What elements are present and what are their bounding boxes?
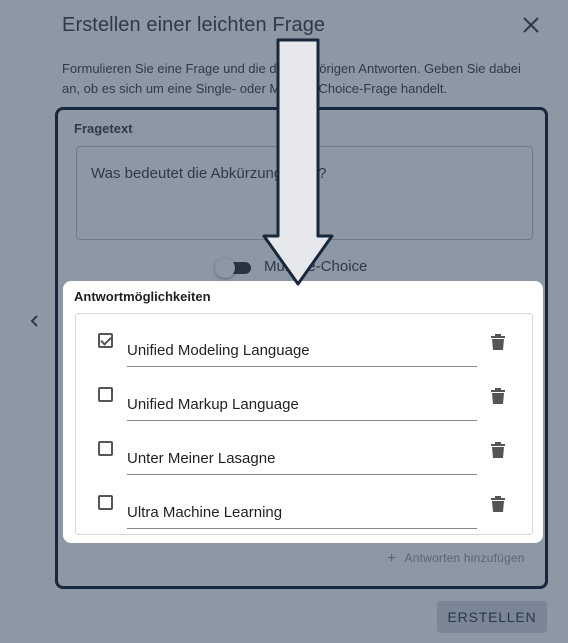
answer-input[interactable]: Ultra Machine Learning — [127, 504, 477, 529]
answers-card: Antwortmöglichkeiten Unified Modeling La… — [63, 281, 543, 543]
answer-checkbox[interactable] — [98, 333, 113, 348]
answer-row: Ultra Machine Learning — [76, 476, 532, 530]
answer-input[interactable]: Unter Meiner Lasagne — [127, 450, 477, 475]
multiple-choice-label: Multiple-Choice — [264, 258, 368, 275]
add-answer-label: Antworten hinzufügen — [404, 551, 525, 565]
trash-icon[interactable] — [490, 441, 506, 459]
answer-input[interactable]: Unified Modeling Language — [127, 342, 477, 367]
plus-icon: + — [387, 550, 397, 567]
create-question-dialog: Erstellen einer leichten Frage Formulier… — [0, 0, 568, 643]
answer-input[interactable]: Unified Markup Language — [127, 396, 477, 421]
answer-checkbox[interactable] — [98, 441, 113, 456]
answers-list[interactable]: Unified Modeling Language Unified Markup… — [75, 313, 533, 535]
answer-row: Unter Meiner Lasagne — [76, 422, 532, 476]
trash-icon[interactable] — [490, 387, 506, 405]
chevron-left-icon[interactable] — [26, 311, 44, 331]
toggle-thumb — [215, 258, 235, 278]
answer-checkbox[interactable] — [98, 495, 113, 510]
dialog-title: Erstellen einer leichten Frage — [62, 14, 326, 36]
question-text: Was bedeutet die Abkürzung UML? — [91, 165, 327, 182]
question-label: Fragetext — [74, 121, 133, 136]
answer-checkbox[interactable] — [98, 387, 113, 402]
create-button[interactable]: ERSTELLEN — [437, 601, 547, 633]
close-icon[interactable] — [518, 12, 544, 38]
trash-icon[interactable] — [490, 495, 506, 513]
answers-label: Antwortmöglichkeiten — [74, 289, 211, 304]
answer-row: Unified Modeling Language — [76, 314, 532, 368]
question-textarea[interactable]: Was bedeutet die Abkürzung UML? — [76, 146, 533, 240]
trash-icon[interactable] — [490, 333, 506, 351]
dialog-description: Formulieren Sie eine Frage und die dazug… — [62, 61, 521, 96]
add-answer-button[interactable]: + Antworten hinzufügen — [387, 550, 525, 568]
multiple-choice-toggle[interactable] — [213, 258, 253, 278]
answer-row: Unified Markup Language — [76, 368, 532, 422]
